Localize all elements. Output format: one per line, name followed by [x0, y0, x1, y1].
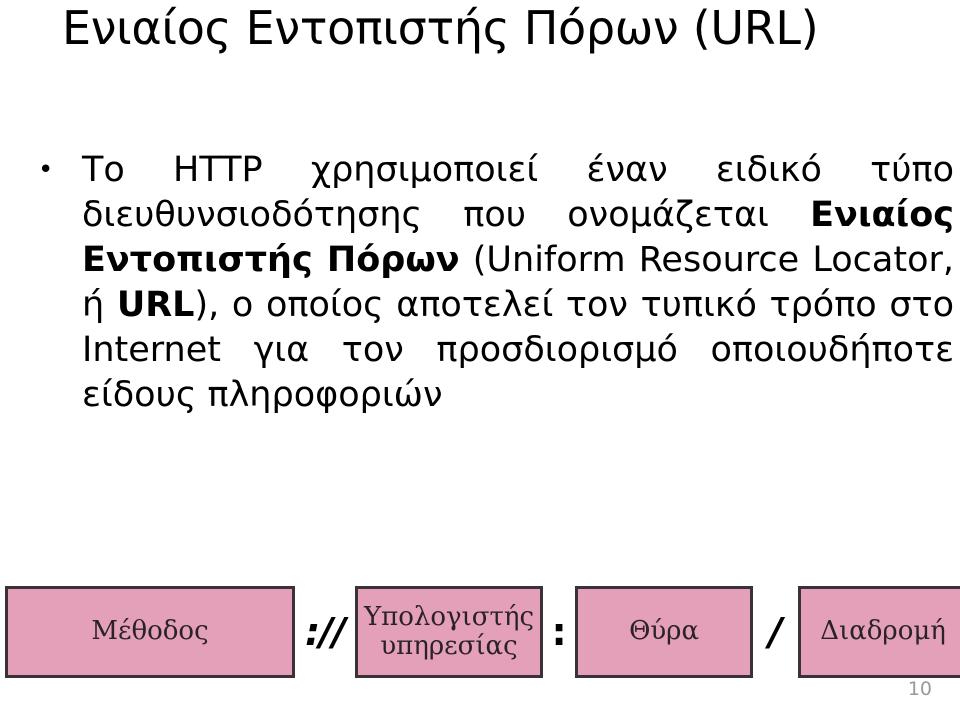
url-separator-slash: /	[768, 610, 783, 654]
bullet-point-icon: •	[38, 155, 54, 185]
url-structure-diagram: Μέθοδος :// Υπολογιστής υπηρεσίας : Θύρα…	[0, 586, 960, 678]
url-part-host-box: Υπολογιστής υπηρεσίας	[355, 586, 544, 678]
bullet-body-text: Το HTTP χρησιμοποιεί έναν ειδικό τύπο δι…	[82, 148, 954, 418]
url-separator-scheme: ://	[305, 610, 346, 654]
page-title: Ενιαίος Εντοπιστής Πόρων (URL)	[62, 1, 819, 55]
url-part-method-box: Μέθοδος	[5, 586, 295, 678]
url-part-port-box: Θύρα	[575, 586, 754, 678]
url-separator-colon: :	[551, 610, 567, 654]
page-number: 10	[907, 678, 932, 700]
list-item: • Το HTTP χρησιμοποιεί έναν ειδικό τύπο …	[34, 148, 954, 418]
body-segment-5: ), ο οποίος αποτελεί τον τυπικό τρόπο στ…	[82, 285, 954, 415]
url-part-path-box: Διαδρομή	[798, 586, 960, 678]
body-segment-4-bold: URL	[116, 285, 195, 325]
slide-canvas: { "slide": { "title": "Ενιαίος Εντοπιστή…	[0, 0, 960, 706]
bullet-list: • Το HTTP χρησιμοποιεί έναν ειδικό τύπο …	[34, 148, 954, 418]
